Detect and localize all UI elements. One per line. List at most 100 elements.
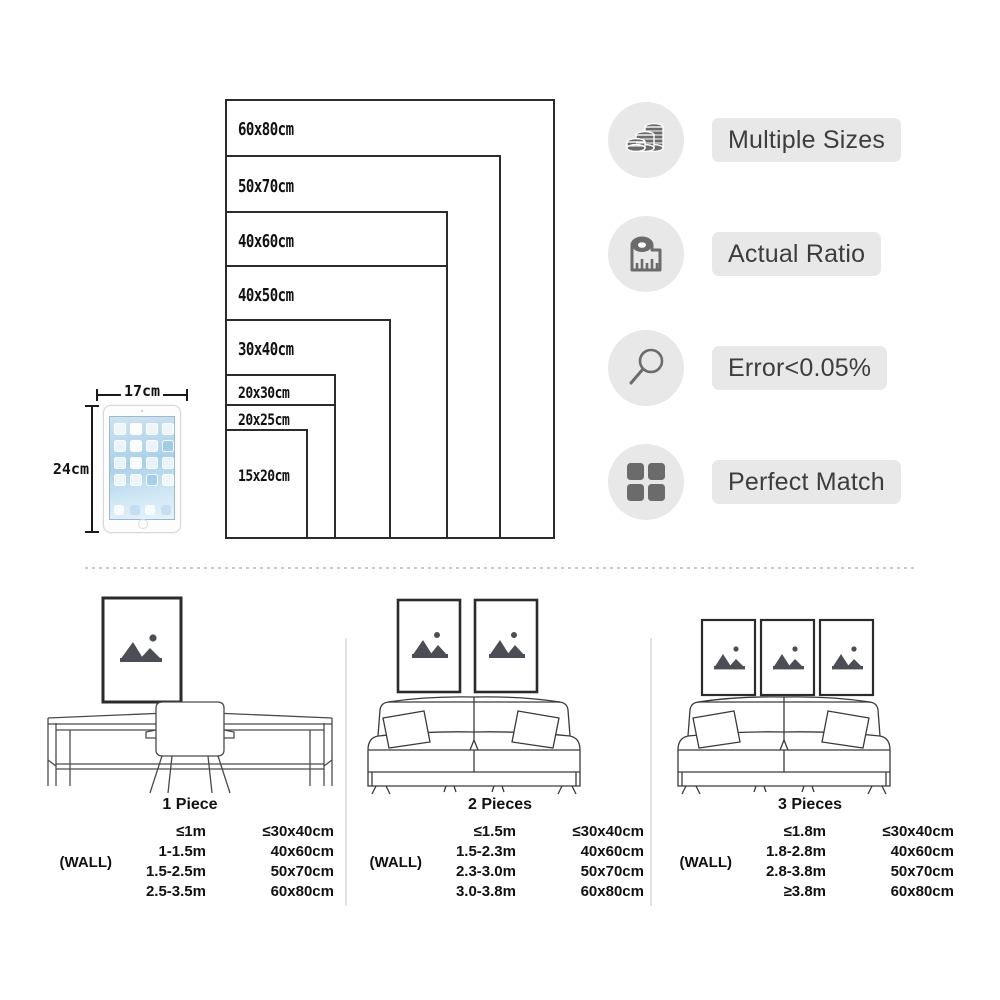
sofa-feet xyxy=(371,785,577,795)
feature-label-error: Error<0.05% xyxy=(712,346,888,390)
dock-icon xyxy=(129,505,140,515)
table-row: ≤1m ≤30x40cm xyxy=(118,822,340,842)
scene-desk-one-frame xyxy=(40,590,340,795)
scene-sofa-two-frames xyxy=(350,590,650,795)
poster-frame xyxy=(818,618,875,697)
table-row: 1.5-2.3m 40x60cm xyxy=(428,842,650,862)
app-icon xyxy=(146,474,158,486)
poster-frame xyxy=(396,598,462,694)
cell-distance: ≥3.8m xyxy=(783,883,826,900)
tablet-camera xyxy=(141,410,143,412)
infographic-page: 60x80cm 50x70cm 40x60cm 40x50cm 30x40cm … xyxy=(0,0,1000,1000)
cell-distance: 3.0-3.8m xyxy=(455,883,516,900)
table-row: 1.5-2.5m 50x70cm xyxy=(118,862,340,882)
table-row: 1.8-2.8m 40x60cm xyxy=(738,842,960,862)
app-icon xyxy=(114,457,126,469)
app-icon xyxy=(114,474,126,486)
panel-1-piece: 1 Piece (WALL) ≤1m ≤30x40cm 1-1.5m 40x60… xyxy=(40,590,340,930)
poster-frame xyxy=(700,618,757,697)
dock-icon xyxy=(160,505,171,515)
placement-guide-panels: 1 Piece (WALL) ≤1m ≤30x40cm 1-1.5m 40x60… xyxy=(40,590,960,930)
cell-distance: 1.5-2.5m xyxy=(145,863,206,880)
cell-size: ≤30x40cm xyxy=(882,823,954,840)
width-cap-right xyxy=(186,389,188,401)
cell-size: 50x70cm xyxy=(270,863,334,880)
cell-size: 40x60cm xyxy=(580,843,644,860)
panel-title-1-piece: 1 Piece xyxy=(162,796,218,813)
wall-label-1: (WALL) xyxy=(59,853,112,871)
tablet-screen xyxy=(109,416,175,520)
feature-row-multiple-sizes: Multiple Sizes xyxy=(608,102,938,216)
tablet-device-icon xyxy=(103,405,181,533)
height-cap-top xyxy=(85,405,99,407)
four-squares-grid-icon xyxy=(608,444,684,520)
height-dimension-line xyxy=(91,405,93,533)
cell-distance: 1.5-2.3m xyxy=(455,843,516,860)
app-icon xyxy=(162,457,174,469)
app-icon xyxy=(146,440,158,452)
size-box-label-15x20: 15x20cm xyxy=(238,467,290,486)
app-icon xyxy=(130,440,142,452)
cell-size: 40x60cm xyxy=(890,843,954,860)
feature-row-error: Error<0.05% xyxy=(608,330,938,444)
feature-row-actual-ratio: Actual Ratio xyxy=(608,216,938,330)
table-row: ≥3.8m 60x80cm xyxy=(738,882,960,902)
width-cap-left xyxy=(96,389,98,401)
cell-size: 50x70cm xyxy=(890,863,954,880)
cell-size: ≤30x40cm xyxy=(572,823,644,840)
size-box-label-40x50: 40x50cm xyxy=(238,286,294,306)
poster-frame xyxy=(473,598,539,694)
app-icon xyxy=(130,457,142,469)
table-row: 2.8-3.8m 50x70cm xyxy=(738,862,960,882)
table-row: 2.3-3.0m 50x70cm xyxy=(428,862,650,882)
cell-distance: ≤1.5m xyxy=(473,823,516,840)
coins-stack-icon xyxy=(608,102,684,178)
panel-table-1-piece: (WALL) ≤1m ≤30x40cm 1-1.5m 40x60cm 1.5-2… xyxy=(40,822,340,902)
table-rows-1: ≤1m ≤30x40cm 1-1.5m 40x60cm 1.5-2.5m 50x… xyxy=(118,822,340,902)
size-box-label-30x40: 30x40cm xyxy=(238,340,294,360)
cell-distance: ≤1m xyxy=(176,823,206,840)
size-box-label-40x60: 40x60cm xyxy=(238,232,294,252)
feature-label-perfect-match: Perfect Match xyxy=(712,460,901,504)
app-icon xyxy=(162,474,174,486)
app-icon xyxy=(162,423,174,435)
cell-distance: ≤1.8m xyxy=(783,823,826,840)
cell-size: 60x80cm xyxy=(270,883,334,900)
cell-size: 50x70cm xyxy=(580,863,644,880)
table-row: ≤1.8m ≤30x40cm xyxy=(738,822,960,842)
size-box-label-20x25: 20x25cm xyxy=(238,411,290,430)
scene-sofa-three-frames xyxy=(660,590,960,795)
app-icon xyxy=(114,440,126,452)
app-icon xyxy=(146,457,158,469)
tablet-width-label: 17cm xyxy=(120,383,164,399)
tablet-size-reference: 17cm 24cm xyxy=(51,375,220,550)
cell-distance: 1-1.5m xyxy=(158,843,206,860)
section-divider xyxy=(85,567,915,569)
size-box-label-50x70: 50x70cm xyxy=(238,177,294,197)
tablet-height-label: 24cm xyxy=(51,458,90,480)
table-rows-2: ≤1.5m ≤30x40cm 1.5-2.3m 40x60cm 2.3-3.0m… xyxy=(428,822,650,902)
panel-title-2-pieces: 2 Pieces xyxy=(467,796,533,813)
table-row: ≤1.5m ≤30x40cm xyxy=(428,822,650,842)
measuring-tape-icon xyxy=(608,216,684,292)
cell-distance: 2.8-3.8m xyxy=(765,863,826,880)
panel-table-3-pieces: (WALL) ≤1.8m ≤30x40cm 1.8-2.8m 40x60cm 2… xyxy=(660,822,960,902)
app-icon xyxy=(162,440,174,452)
cell-size: 40x60cm xyxy=(270,843,334,860)
sofa-feet xyxy=(681,785,887,795)
tablet-dock xyxy=(114,505,172,515)
tablet-height-dimension: 24cm xyxy=(51,405,100,533)
app-icon xyxy=(130,423,142,435)
wall-label-2: (WALL) xyxy=(369,853,422,871)
app-icon xyxy=(146,423,158,435)
feature-label-multiple-sizes: Multiple Sizes xyxy=(712,118,902,162)
tablet-width-dimension: 17cm xyxy=(96,383,188,401)
panel-2-pieces: 2 Pieces (WALL) ≤1.5m ≤30x40cm 1.5-2.3m … xyxy=(350,590,650,930)
feature-list: Multiple Sizes Actual Ratio Error<0.05% … xyxy=(608,102,938,558)
cell-size: 60x80cm xyxy=(890,883,954,900)
table-row: 1-1.5m 40x60cm xyxy=(118,842,340,862)
cell-size: ≤30x40cm xyxy=(262,823,334,840)
feature-row-perfect-match: Perfect Match xyxy=(608,444,938,558)
app-icon xyxy=(114,423,126,435)
panel-table-2-pieces: (WALL) ≤1.5m ≤30x40cm 1.5-2.3m 40x60cm 2… xyxy=(350,822,650,902)
